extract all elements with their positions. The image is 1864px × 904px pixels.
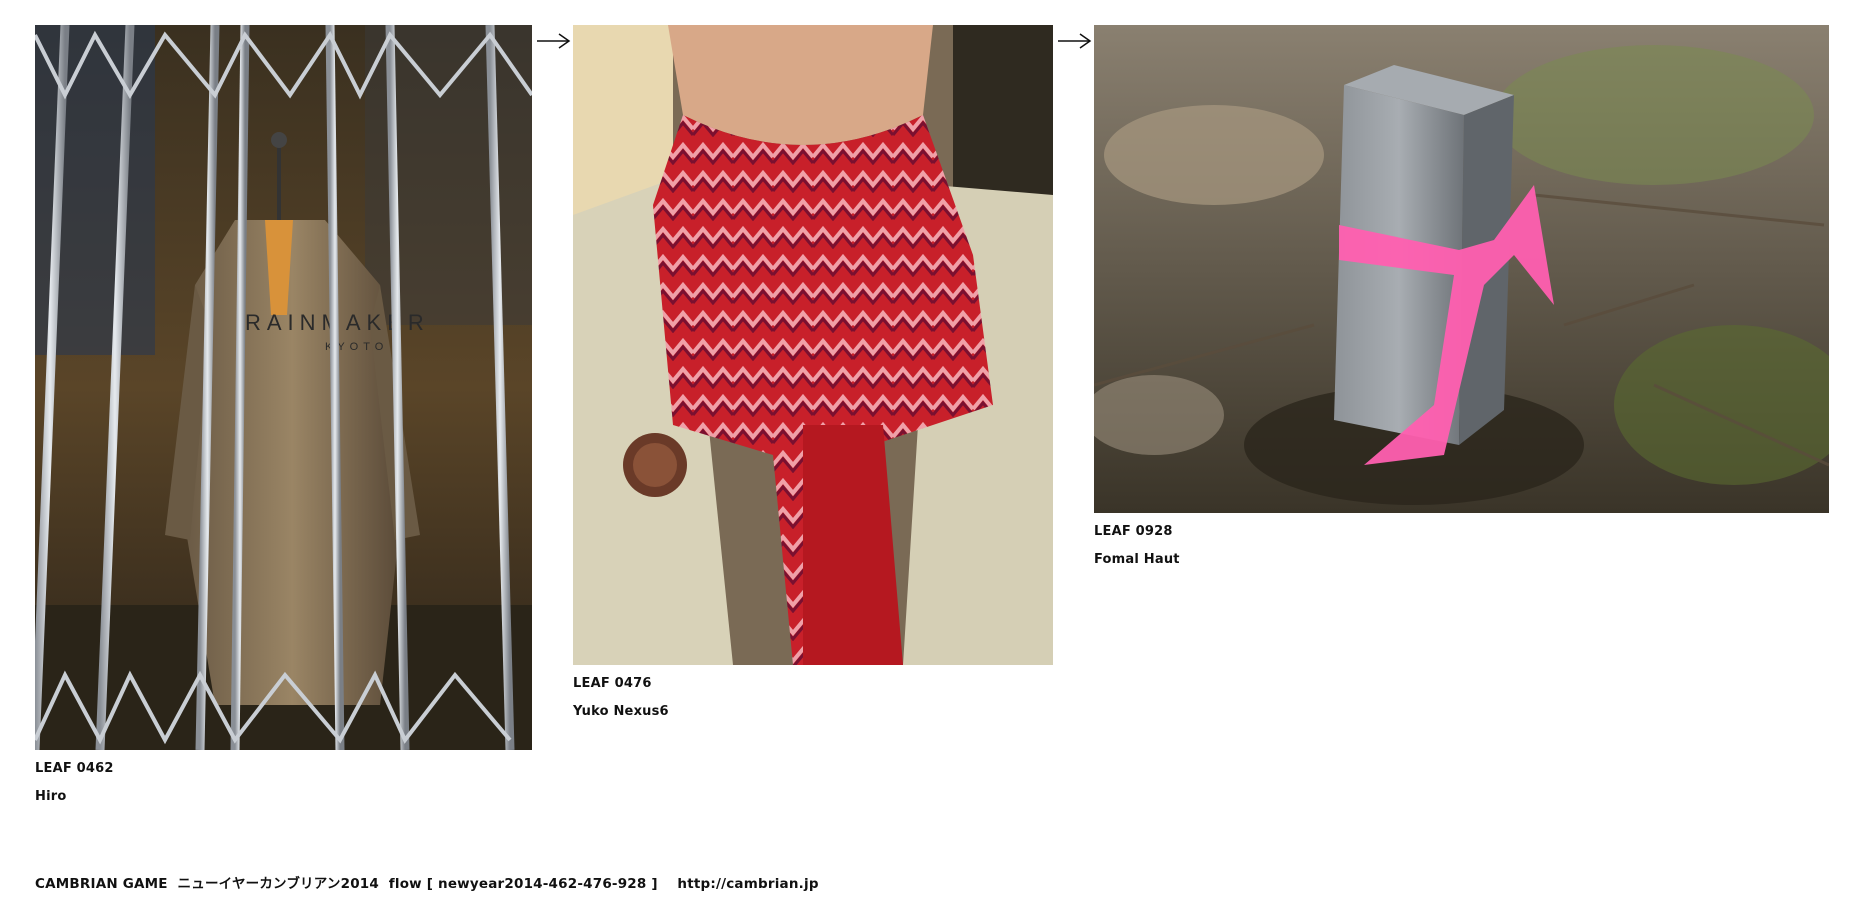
leaf-label: LEAF 0928 (1094, 524, 1173, 539)
footer-subtitle: ニューイヤーカンブリアン2014 (177, 876, 379, 892)
leaf-photo-coat[interactable]: RAINMAKER KYOTO (35, 25, 532, 750)
leaf-photo-scarf[interactable] (573, 25, 1053, 665)
leaf-photo-stake[interactable] (1094, 25, 1829, 513)
leaf-label: LEAF 0462 (35, 761, 114, 776)
leaf-author[interactable]: Hiro (35, 789, 66, 804)
footer-flow: flow [ newyear2014-462-476-928 ] (388, 876, 658, 892)
scarf-image (573, 25, 1053, 665)
leaf-label: LEAF 0476 (573, 676, 652, 691)
stake-ribbon-image (1094, 25, 1829, 513)
leaf-author[interactable]: Yuko Nexus6 (573, 704, 669, 719)
arrow-right-icon (1058, 33, 1092, 49)
leaf-author[interactable]: Fomal Haut (1094, 552, 1180, 567)
footer-title: CAMBRIAN GAME (35, 876, 168, 892)
footer: CAMBRIAN GAME ニューイヤーカンブリアン2014 flow [ ne… (35, 872, 819, 892)
arrow-right-icon (537, 33, 571, 49)
coat-window-image: RAINMAKER KYOTO (35, 25, 532, 750)
footer-url-link[interactable]: http://cambrian.jp (677, 876, 818, 892)
